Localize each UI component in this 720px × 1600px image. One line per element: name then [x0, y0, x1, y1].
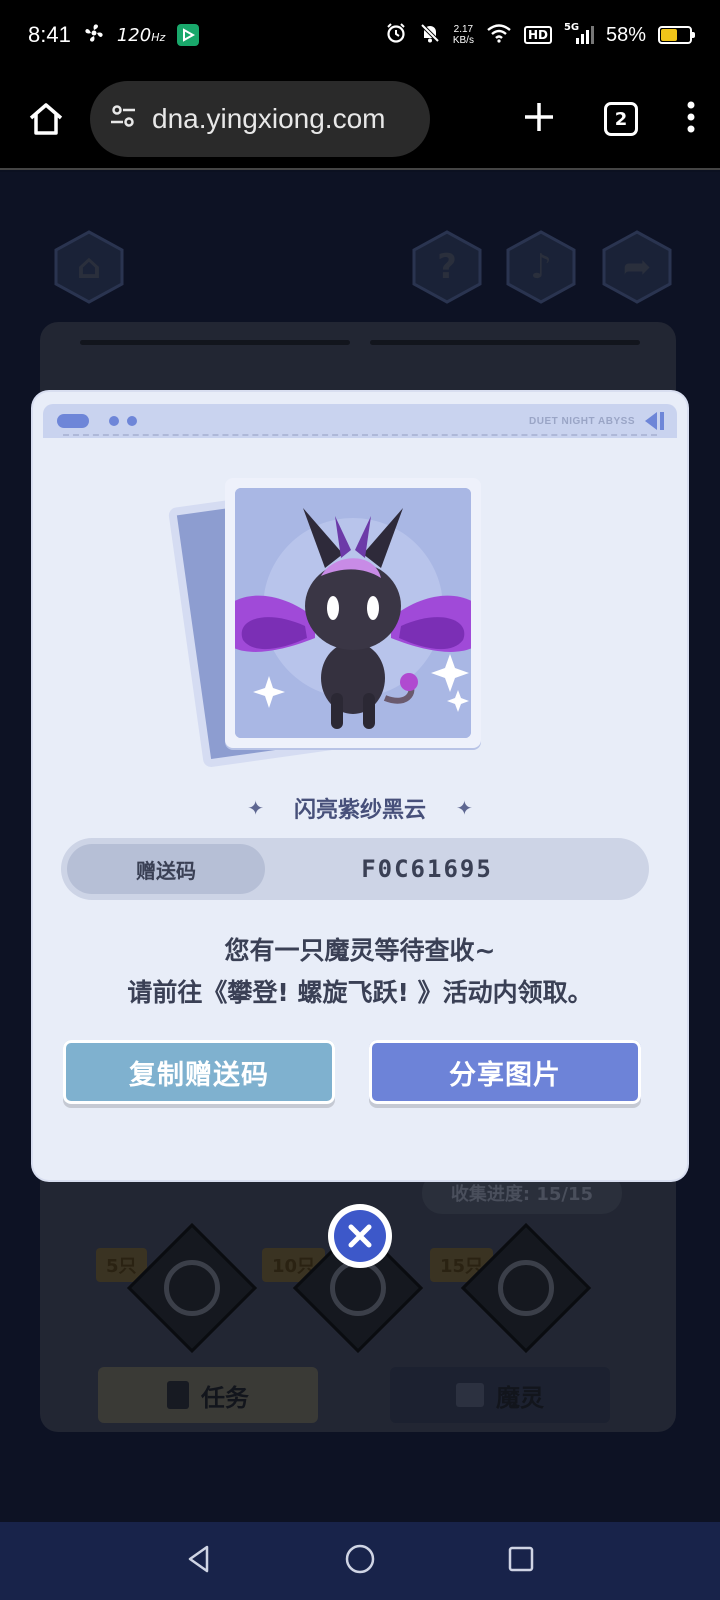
- music-icon[interactable]: ♪: [502, 228, 580, 306]
- alarm-icon: [385, 22, 407, 49]
- tab-tasks[interactable]: 任务: [98, 1367, 318, 1423]
- home-circle-icon[interactable]: [344, 1543, 376, 1579]
- gift-code-bar: 赠送码 F0C61695: [61, 838, 649, 900]
- game-home-icon[interactable]: ⌂: [50, 228, 128, 306]
- pet-illustration: [235, 488, 471, 738]
- pet-icon: [456, 1383, 484, 1407]
- browser-toolbar: dna.yingxiong.com 2: [0, 70, 720, 170]
- url-bar[interactable]: dna.yingxiong.com: [90, 81, 430, 157]
- help-icon[interactable]: ?: [408, 228, 486, 306]
- battery-charging-icon: [658, 26, 695, 44]
- new-tab-icon[interactable]: [522, 100, 556, 138]
- gift-code-value[interactable]: F0C61695: [265, 855, 649, 883]
- copy-code-button[interactable]: 复制赠送码: [63, 1040, 335, 1104]
- fan-icon: [83, 22, 105, 49]
- pet-card: [225, 478, 481, 748]
- milestone-reward[interactable]: [460, 1222, 592, 1354]
- net-speed: 2.17 KB/s: [452, 24, 474, 46]
- back-icon[interactable]: [185, 1544, 213, 1578]
- recents-icon[interactable]: [507, 1545, 535, 1577]
- milestone-reward[interactable]: [126, 1222, 258, 1354]
- share-icon[interactable]: ➦: [598, 228, 676, 306]
- close-icon: [348, 1224, 372, 1248]
- signal-icon: 5G: [564, 22, 594, 46]
- hd-badge: HD: [523, 26, 552, 44]
- battery-percent: 58%: [605, 23, 646, 46]
- play-back-icon: [641, 410, 667, 436]
- task-icon: [167, 1381, 189, 1409]
- gift-code-label: 赠送码: [67, 844, 265, 894]
- more-icon[interactable]: [686, 100, 696, 138]
- tab-pets[interactable]: 魔灵: [390, 1367, 610, 1423]
- gift-message: 您有一只魔灵等待查收~ 请前往《攀登! 螺旋飞跃! 》活动内领取。: [33, 930, 687, 1014]
- pet-name-row: ✦ 闪亮紫纱黑云 ✦: [33, 792, 687, 824]
- message-line-1: 您有一只魔灵等待查收~: [224, 936, 496, 965]
- share-image-button[interactable]: 分享图片: [369, 1040, 641, 1104]
- message-line-2: 请前往《攀登! 螺旋飞跃! 》活动内领取。: [127, 978, 593, 1007]
- system-nav-bar: [0, 1522, 720, 1600]
- play-store-icon: [177, 24, 200, 46]
- home-icon[interactable]: [16, 89, 76, 149]
- brand-text: DUET NIGHT ABYSS: [529, 416, 635, 427]
- status-time: 8:41: [28, 22, 71, 47]
- refresh-rate: 120Hz: [116, 24, 166, 46]
- mute-icon: [419, 22, 441, 49]
- url-text: dna.yingxiong.com: [152, 103, 386, 134]
- close-button[interactable]: [328, 1204, 392, 1268]
- sparkle-icon: ✦: [456, 796, 473, 820]
- sparkle-icon: ✦: [247, 796, 264, 820]
- wifi-icon: [486, 23, 512, 48]
- status-bar: 8:41 120Hz 2.17 KB/s HD 5G 58%: [0, 0, 720, 70]
- modal-header-strip: DUET NIGHT ABYSS: [43, 404, 677, 438]
- tab-switcher-button[interactable]: 2: [604, 102, 638, 136]
- site-settings-icon[interactable]: [108, 101, 138, 138]
- pet-name: 闪亮紫纱黑云: [293, 798, 426, 823]
- gift-modal: DUET NIGHT ABYSS ✦ 闪亮紫纱黑云 ✦ 赠送码 F0C61695…: [33, 392, 687, 1180]
